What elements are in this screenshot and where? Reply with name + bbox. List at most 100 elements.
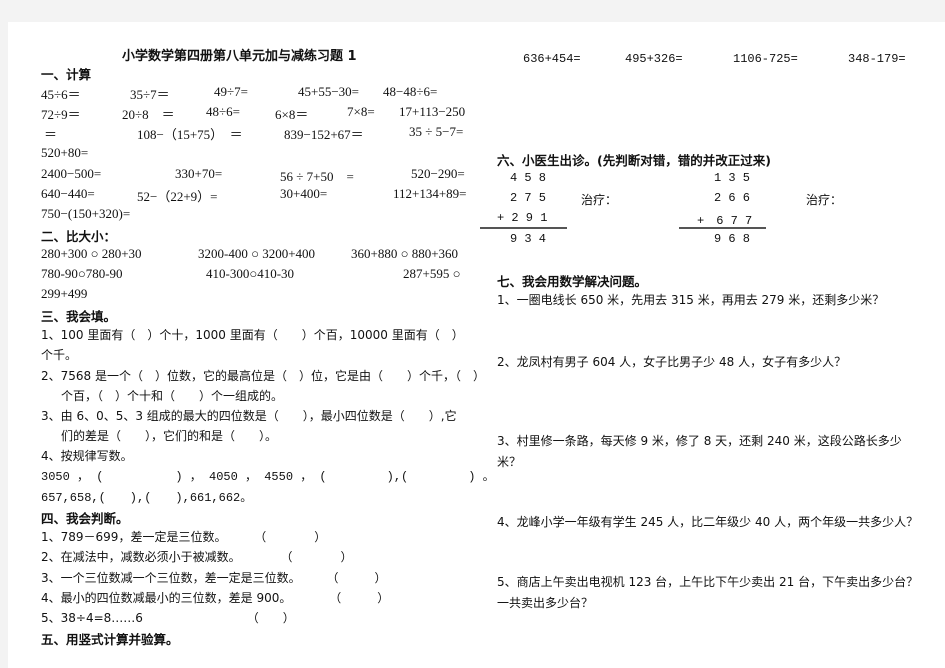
- compare-item: 780-90○780-90: [41, 266, 123, 282]
- vertical-calc-item: 1106-725=: [733, 52, 798, 66]
- compare-left: 280+300: [41, 246, 88, 261]
- calc-item: 35÷7＝: [130, 87, 170, 102]
- fill-question-1-cont: 个千。: [41, 348, 78, 362]
- judge-item: 3、一个三位数减一个三位数，差一定是三位数。 （ ）: [41, 569, 386, 586]
- calc-item: 520−290=: [411, 166, 465, 181]
- judge-answer-box[interactable]: （ ）: [247, 611, 295, 625]
- section3-heading: 三、我会填。: [41, 309, 117, 324]
- section1-heading: 一、计算: [41, 67, 92, 82]
- word-problem-1: 1、一圈电线长 650 米，先用去 315 米，再用去 279 米，还剩多少米？: [497, 293, 885, 307]
- calc-item: 48−48÷6=: [383, 84, 438, 99]
- calc-item: 48÷6=: [206, 104, 240, 119]
- compare-circle-input[interactable]: ○: [91, 246, 99, 261]
- compare-right-wrapped: 299+499: [41, 286, 88, 301]
- word-problem-3: 3、村里修一条路，每天修 9 米，修了 8 天，还剩 240 米，这段公路长多少: [497, 434, 902, 448]
- word-problem-2: 2、龙凤村有男子 604 人，女子比男子少 48 人，女子有多少人？: [497, 355, 847, 369]
- fill-question-2: 2、7568 是一个（ ）位数，它的最高位是（ ）位，它是由（ ）个千，（ ）: [41, 369, 485, 383]
- addend-3: + 2 9 1: [497, 211, 548, 225]
- compare-left: 287+595: [403, 266, 450, 281]
- compare-item: 360+880 ○ 880+360: [351, 246, 458, 262]
- sum-result: 9 3 4: [510, 232, 547, 246]
- calc-item: 17+113−250: [399, 104, 466, 119]
- compare-circle-input[interactable]: ○: [251, 246, 259, 261]
- calc-item: 35 ÷ 5−7=: [409, 124, 464, 139]
- compare-circle-input[interactable]: ○: [401, 246, 409, 261]
- compare-item: 287+595 ○: [403, 266, 460, 282]
- treatment-label: 治疗：: [581, 193, 618, 207]
- calc-item: 108−（15+75） ＝: [137, 127, 243, 142]
- calc-item: 330+70=: [175, 166, 223, 181]
- sum-result: 9 6 8: [714, 232, 751, 246]
- compare-right: 880+360: [411, 246, 459, 261]
- word-problem-4: 4、龙峰小学一年级有学生 245 人，比二年级少 40 人，两个年级一共多少人？: [497, 515, 919, 529]
- judge-statement: 4、最小的四位数减最小的三位数，差是 900。: [41, 591, 292, 605]
- word-problem-5-cont: 一共卖出多少台？: [497, 596, 594, 610]
- compare-right: 3200+400: [262, 246, 316, 261]
- compare-item: 410-300○410-30: [206, 266, 294, 282]
- vertical-calc-item: 348-179=: [848, 52, 906, 66]
- judge-statement: 5、38÷4=8……6: [41, 611, 143, 625]
- section5-heading: 五、用竖式计算并验算。: [41, 632, 179, 647]
- calc-item: 56 ÷ 7+50 =: [280, 169, 354, 184]
- addend-1: 1 3 5: [714, 171, 751, 185]
- sum-line: [480, 227, 567, 229]
- judge-answer-box[interactable]: （ ）: [254, 530, 326, 544]
- calc-item: 2400−500=: [41, 166, 102, 181]
- calc-item: 640−440=: [41, 186, 95, 201]
- addend-2: 2 6 6: [714, 191, 751, 205]
- fill-question-3-cont: 们的差是（ ），它们的和是（ ）。: [61, 429, 278, 443]
- compare-item: 280+300 ○ 280+30: [41, 246, 142, 262]
- compare-left: 410-300: [206, 266, 250, 281]
- calc-item: 52−（22+9）=: [137, 189, 218, 204]
- word-problem-3-cont: 米？: [497, 455, 522, 469]
- judge-answer-box[interactable]: （ ）: [326, 571, 386, 585]
- section4-heading: 四、我会判断。: [41, 511, 129, 526]
- section6-heading: 六、小医生出诊。(先判断对错，错的并改正过来): [497, 153, 771, 168]
- judge-answer-box[interactable]: （ ）: [329, 591, 389, 605]
- compare-left: 780-90: [41, 266, 78, 281]
- judge-statement: 3、一个三位数减一个三位数，差一定是三位数。: [41, 571, 301, 585]
- calc-item: 72÷9＝: [41, 107, 81, 122]
- judge-item: 4、最小的四位数减最小的三位数，差是 900。 （ ）: [41, 589, 389, 606]
- calc-item: 6×8＝: [275, 107, 309, 122]
- calc-item: 45÷6＝: [41, 87, 81, 102]
- calc-item: 20÷8 ＝: [122, 107, 175, 122]
- fill-question-2-cont: 个百，（ ）个十和（ ）个一组成的。: [61, 389, 284, 403]
- treatment-label: 治疗：: [806, 193, 843, 207]
- addend-3: + 6 7 7: [697, 214, 753, 228]
- calc-item: ＝: [44, 127, 58, 142]
- sum-line: [679, 227, 766, 229]
- compare-right: 780-90: [85, 266, 123, 281]
- calc-item: 750−(150+320)=: [41, 206, 131, 221]
- compare-circle-input[interactable]: ○: [453, 266, 461, 281]
- judge-item: 5、38÷4=8……6 （ ）: [41, 609, 295, 626]
- compare-right: 410-30: [257, 266, 295, 281]
- calc-item: 49÷7=: [214, 84, 248, 99]
- addend-1: 4 5 8: [510, 171, 547, 185]
- calc-item: 7×8=: [347, 104, 375, 119]
- word-problem-5: 5、商店上午卖出电视机 123 台，上午比下午少卖出 21 台，下午卖出多少台？: [497, 575, 919, 589]
- section2-heading: 二、比大小：: [41, 229, 117, 244]
- judge-item: 1、789－699，差一定是三位数。 （ ）: [41, 528, 326, 545]
- compare-circle-input[interactable]: ○: [78, 266, 86, 281]
- fill-question-4: 4、按规律写数。: [41, 449, 133, 463]
- calc-item: 839−152+67＝: [284, 127, 364, 142]
- compare-left: 360+880: [351, 246, 398, 261]
- compare-right: 280+30: [101, 246, 142, 261]
- judge-answer-box[interactable]: （ ）: [280, 550, 352, 564]
- vertical-calc-item: 636+454=: [523, 52, 581, 66]
- compare-left: 3200-400: [198, 246, 248, 261]
- addend-2: 2 7 5: [510, 191, 547, 205]
- fill-question-3: 3、由 6、0、5、3 组成的最大的四位数是（ ），最小四位数是（ ）,它: [41, 409, 457, 423]
- calc-item: 520+80=: [41, 145, 89, 160]
- sequence-1: 3050 ， ( ) ， 4050 ， 4550 ， ( ),( ) 。: [41, 470, 495, 484]
- worksheet-title: 小学数学第四册第八单元加与减练习题 1: [122, 49, 357, 64]
- fill-question-1: 1、100 里面有（ ）个十，1000 里面有（ ）个百，10000 里面有（ …: [41, 328, 464, 342]
- judge-statement: 2、在减法中，减数必须小于被减数。: [41, 550, 241, 564]
- section7-heading: 七、我会用数学解决问题。: [497, 274, 648, 289]
- vertical-calc-item: 495+326=: [625, 52, 683, 66]
- compare-item: 3200-400 ○ 3200+400: [198, 246, 315, 262]
- judge-item: 2、在减法中，减数必须小于被减数。 （ ）: [41, 548, 352, 565]
- sequence-2: 657,658,( ),( ),661,662。: [41, 491, 253, 505]
- calc-item: 45+55−30=: [298, 84, 359, 99]
